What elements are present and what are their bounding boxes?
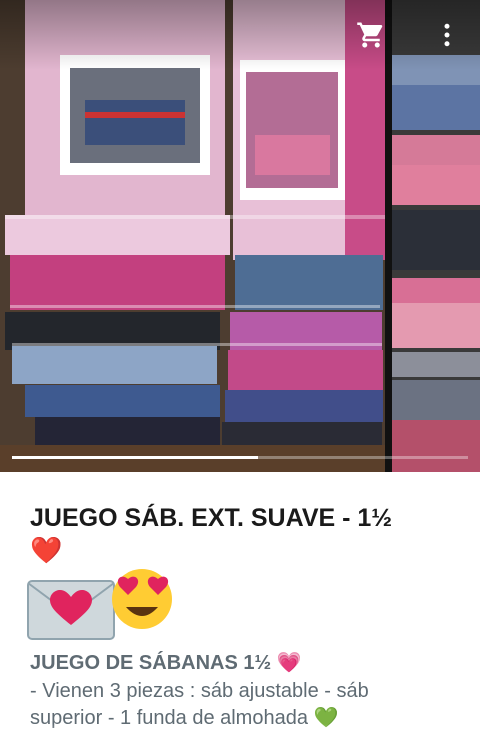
next-product-photo[interactable] — [392, 0, 480, 472]
bottom-fade — [0, 724, 480, 746]
product-title-text: JUEGO SÁB. EXT. SUAVE - 1½ — [30, 504, 393, 532]
description-line-1: - Vienen 3 piezas : sáb ajustable - sáb — [30, 680, 369, 702]
red-heart-emoji: ❤️ — [30, 535, 63, 565]
product-photo-art — [0, 0, 385, 472]
product-subtitle: JUEGO DE SÁBANAS 1½ 💗 — [30, 650, 302, 675]
product-title: JUEGO SÁB. EXT. SUAVE - 1½ ❤️ — [30, 502, 450, 567]
emoji-row — [26, 567, 226, 647]
toolbar-shade — [0, 0, 480, 70]
gallery-progress-fill — [12, 456, 259, 459]
pink-heart-emoji: 💗 — [276, 652, 302, 674]
product-details: JUEGO SÁB. EXT. SUAVE - 1½ ❤️ JUEGO DE S… — [0, 472, 480, 746]
shopping-cart-icon[interactable] — [356, 20, 386, 50]
love-letter-heart-eyes-emoji — [27, 569, 172, 640]
gallery-progress-track — [12, 456, 468, 459]
product-image-gallery[interactable] — [0, 0, 480, 472]
product-photo[interactable] — [0, 0, 385, 472]
next-photo-art — [392, 0, 480, 472]
product-subtitle-text: JUEGO DE SÁBANAS 1½ — [30, 652, 272, 674]
more-vertical-icon[interactable] — [432, 20, 462, 50]
